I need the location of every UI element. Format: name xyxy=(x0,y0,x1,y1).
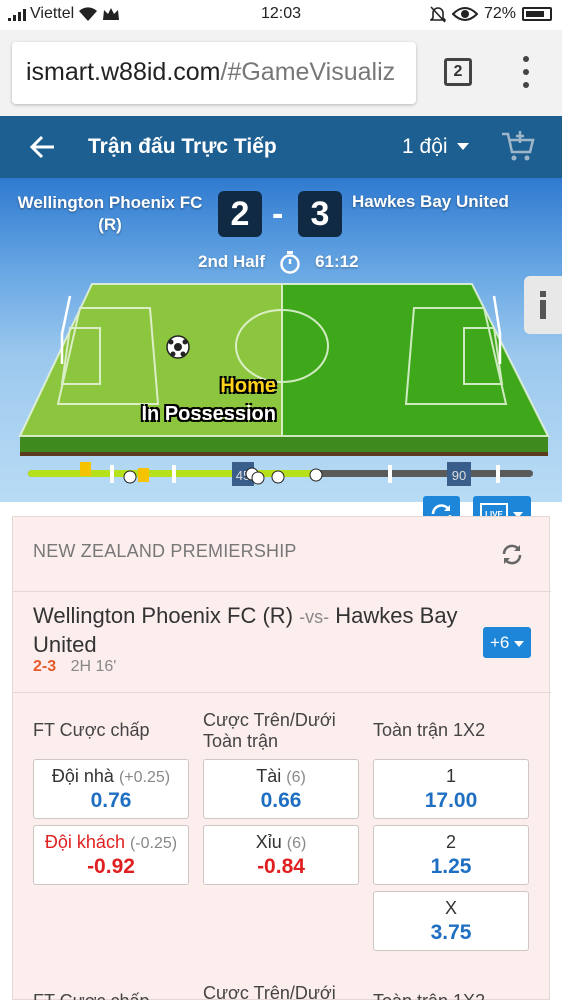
market-panel: NEW ZEALAND PREMIERSHIP Wellington Phoen… xyxy=(12,516,551,1000)
status-bar: Viettel 12:03 72% xyxy=(0,0,562,30)
battery-percent: 72% xyxy=(483,5,516,22)
total-line: (6) xyxy=(286,769,306,786)
bet-slip-cart-icon[interactable] xyxy=(500,128,536,164)
odds-value: 1.25 xyxy=(430,855,472,878)
tab-switcher-button[interactable]: 2 xyxy=(444,58,472,86)
odds-label: Đội khách (-0.25) xyxy=(34,832,188,853)
odds-over[interactable]: Tài (6) 0.66 xyxy=(203,759,359,819)
browser-toolbar: ismart.w88id.com/#GameVisualiz 2 xyxy=(0,30,562,116)
url-path: /#GameVisualiz xyxy=(220,58,396,86)
next-over-under-header: Cược Trên/Dưới xyxy=(203,983,336,1000)
odds-label-text: Xỉu xyxy=(255,832,282,852)
odds-label-text: Đội nhà xyxy=(51,766,114,786)
over-under-header: Cược Trên/Dưới Toàn trận xyxy=(203,710,336,752)
home-score: 2 xyxy=(218,191,262,237)
next-handicap-header: FT Cược chấp xyxy=(33,991,150,1000)
stopwatch-icon xyxy=(280,251,300,274)
odds-label: Xỉu (6) xyxy=(204,832,358,853)
odds-label: Đội nhà (+0.25) xyxy=(34,766,188,787)
possession-indicator: Home In Possession xyxy=(126,372,277,428)
odds-value: -0.84 xyxy=(257,855,305,878)
home-team-name: Wellington Phoenix FC (R) xyxy=(17,193,203,234)
more-markets-button[interactable]: +6 xyxy=(483,627,531,658)
odds-1x2-away[interactable]: 2 1.25 xyxy=(373,825,529,885)
odds-value: 3.75 xyxy=(430,921,472,944)
match-clock: 61:12 xyxy=(315,252,359,271)
match-status: 2-3 2H 16' xyxy=(33,658,116,676)
team-dropdown[interactable]: 1 đội xyxy=(402,135,470,159)
possession-team: Home xyxy=(220,375,276,397)
handicap-line: (+0.25) xyxy=(118,769,171,786)
match-timeline: 45 90 xyxy=(28,462,533,486)
period-label: 2nd Half xyxy=(198,252,266,271)
handicap-line: (-0.25) xyxy=(129,835,178,852)
back-arrow-icon[interactable] xyxy=(28,132,58,162)
away-score: 3 xyxy=(298,191,342,237)
yellow-card-icon xyxy=(80,462,91,476)
match-title: Wellington Phoenix FC (R) -vs- Hawkes Ba… xyxy=(33,602,473,658)
odds-value: 0.66 xyxy=(260,789,302,812)
url-domain: ismart.w88id.com xyxy=(26,58,221,86)
info-icon xyxy=(540,291,546,319)
yellow-card-icon xyxy=(138,468,149,482)
odds-label: Tài (6) xyxy=(204,766,358,787)
odds-value: 17.00 xyxy=(424,789,478,812)
match-home-team: Wellington Phoenix FC (R) xyxy=(33,603,294,628)
away-team-name: Hawkes Bay United xyxy=(352,192,509,211)
more-markets-count: +6 xyxy=(489,633,510,652)
overflow-menu-icon[interactable] xyxy=(522,56,530,88)
league-name: NEW ZEALAND PREMIERSHIP xyxy=(33,541,297,561)
eye-icon xyxy=(451,7,478,21)
match-period-info: 2nd Half 61:12 xyxy=(198,250,359,274)
handicap-header: FT Cược chấp xyxy=(33,720,150,740)
odds-1x2-home[interactable]: 1 17.00 xyxy=(373,759,529,819)
page-title: Trận đấu Trực Tiếp xyxy=(88,135,277,158)
battery-icon xyxy=(522,7,552,21)
full-time-label: 90 xyxy=(452,468,466,483)
divider xyxy=(13,692,551,693)
over-under-header-line1: Cược Trên/Dưới xyxy=(203,710,336,730)
next-1x2-header: Toàn trận 1X2 xyxy=(373,991,485,1000)
status-right: 72% xyxy=(429,5,552,23)
match-visualizer: Wellington Phoenix FC (R) 2 - 3 Hawkes B… xyxy=(0,178,562,502)
odds-label: X xyxy=(444,898,457,918)
over-under-header-line2: Toàn trận xyxy=(203,731,279,751)
app-header: Trận đấu Trực Tiếp 1 đội xyxy=(0,116,562,178)
odds-1x2-draw[interactable]: X 3.75 xyxy=(373,891,529,951)
score-separator: - xyxy=(272,195,284,233)
info-button[interactable] xyxy=(524,276,562,334)
odds-value: 0.76 xyxy=(90,789,132,812)
match-time: 2H 16' xyxy=(70,658,117,675)
ball-icon xyxy=(166,335,190,359)
odds-value: -0.92 xyxy=(87,855,135,878)
divider xyxy=(13,591,551,592)
match-score: 2-3 xyxy=(33,658,57,675)
mute-bell-icon xyxy=(429,6,446,23)
odds-label: 2 xyxy=(445,832,456,852)
odds-label-text: Đội khách xyxy=(44,832,125,852)
odds-under[interactable]: Xỉu (6) -0.84 xyxy=(203,825,359,885)
odds-label: 1 xyxy=(445,766,456,786)
caret-down-icon xyxy=(514,641,525,647)
odds-label-text: Tài xyxy=(256,766,282,786)
possession-label: In Possession xyxy=(141,403,277,425)
total-line: (6) xyxy=(286,835,307,852)
odds-handicap-away[interactable]: Đội khách (-0.25) -0.92 xyxy=(33,825,189,885)
team-dropdown-label: 1 đội xyxy=(402,135,448,158)
1x2-header: Toàn trận 1X2 xyxy=(373,720,486,740)
refresh-odds-icon[interactable] xyxy=(495,537,529,571)
url-bar[interactable]: ismart.w88id.com/#GameVisualiz xyxy=(12,42,416,104)
football-pitch xyxy=(18,283,550,456)
match-vs: -vs- xyxy=(299,607,330,627)
caret-down-icon xyxy=(457,143,470,151)
odds-handicap-home[interactable]: Đội nhà (+0.25) 0.76 xyxy=(33,759,189,819)
